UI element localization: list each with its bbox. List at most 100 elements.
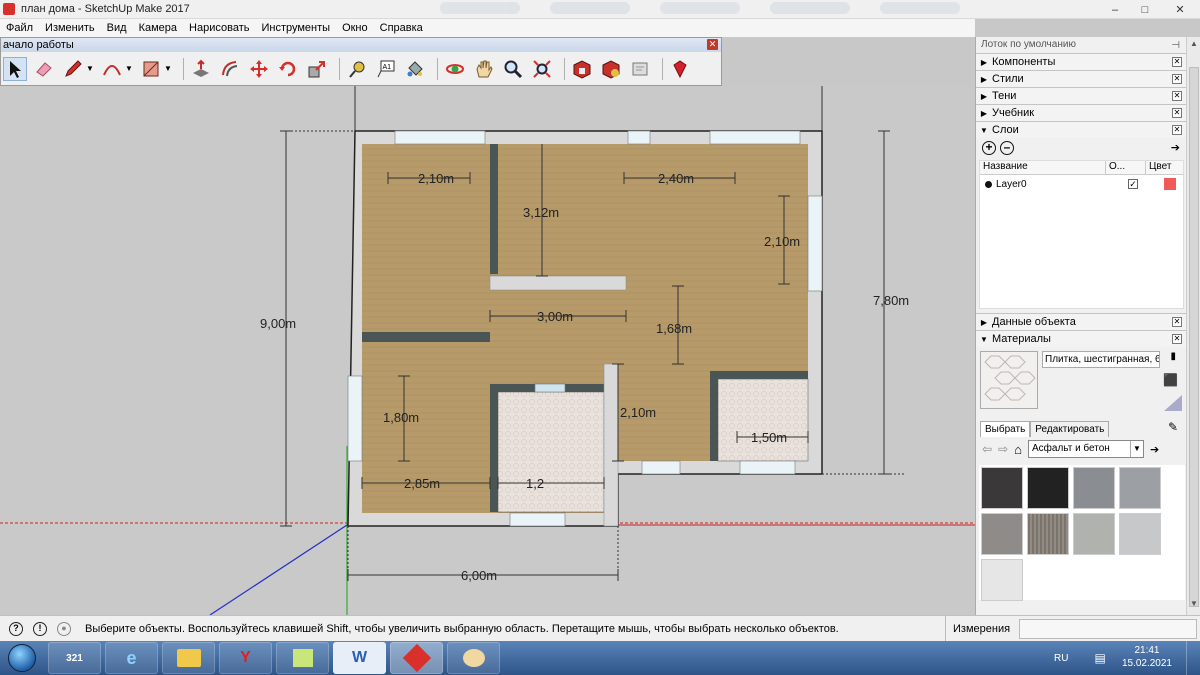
menu-help[interactable]: Справка xyxy=(374,22,429,34)
close-icon[interactable]: ✕ xyxy=(1172,74,1182,84)
close-icon[interactable]: ✕ xyxy=(1172,91,1182,101)
tape-measure-tool[interactable] xyxy=(345,57,369,81)
menu-view[interactable]: Вид xyxy=(101,22,133,34)
model-viewport[interactable]: 2,10m 2,40m 3,12m 2,10m 3,00m 1,68m 9,00… xyxy=(0,86,975,615)
close-icon[interactable]: ✕ xyxy=(1172,125,1182,135)
details-arrow-icon[interactable]: ➔ xyxy=(1150,443,1159,456)
back-arrow-icon[interactable]: ⇦ xyxy=(982,442,992,456)
tray-section-entity-info[interactable]: ▶ Данные объекта ✕ xyxy=(976,313,1186,330)
scroll-up-icon[interactable]: ▲ xyxy=(1187,39,1200,53)
material-swatch[interactable] xyxy=(981,467,1023,509)
close-icon[interactable]: ✕ xyxy=(1172,57,1182,67)
zoom-extents-tool[interactable] xyxy=(530,57,554,81)
forward-arrow-icon[interactable]: ⇨ xyxy=(998,442,1008,456)
tray-section-tutorial[interactable]: ▶ Учебник ✕ xyxy=(976,104,1186,121)
paint-button[interactable] xyxy=(447,642,500,674)
internet-explorer-button[interactable]: e xyxy=(105,642,158,674)
material-swatch[interactable] xyxy=(1073,513,1115,555)
sketchup-button[interactable] xyxy=(390,642,443,674)
geo-location-icon[interactable]: ? xyxy=(9,621,23,636)
network-icon[interactable]: ▤ xyxy=(1094,651,1105,665)
scroll-down-icon[interactable]: ▼ xyxy=(1187,599,1200,613)
menu-edit[interactable]: Изменить xyxy=(39,22,101,34)
remove-layer-button[interactable]: – xyxy=(1000,141,1014,155)
scroll-thumb[interactable] xyxy=(1189,67,1199,607)
tray-section-layers[interactable]: ▼ Слои ✕ xyxy=(976,121,1186,138)
rotate-tool[interactable] xyxy=(276,57,300,81)
material-swatch[interactable] xyxy=(1027,467,1069,509)
layer-color-swatch[interactable] xyxy=(1164,178,1176,190)
layer-visible-checkbox[interactable]: ✓ xyxy=(1128,179,1138,189)
tray-section-shadows[interactable]: ▶ Тени ✕ xyxy=(976,87,1186,104)
maximize-button[interactable]: □ xyxy=(1130,0,1160,19)
pencil-tool[interactable] xyxy=(61,57,85,81)
arc-tool[interactable] xyxy=(100,57,124,81)
file-explorer-button[interactable] xyxy=(162,642,215,674)
tray-section-styles[interactable]: ▶ Стили ✕ xyxy=(976,70,1186,87)
rectangle-tool[interactable] xyxy=(139,57,163,81)
user-icon[interactable]: ● xyxy=(57,621,71,636)
zoom-tool[interactable] xyxy=(501,57,525,81)
word-button[interactable]: W xyxy=(333,642,386,674)
material-swatch[interactable] xyxy=(981,513,1023,555)
text-tool[interactable]: A1 xyxy=(374,57,398,81)
tray-section-components[interactable]: ▶ Компоненты ✕ xyxy=(976,53,1186,70)
measurements-input[interactable] xyxy=(1019,619,1197,639)
close-icon[interactable]: ✕ xyxy=(1172,334,1182,344)
share-model-tool[interactable] xyxy=(599,57,623,81)
menu-tools[interactable]: Инструменты xyxy=(255,22,336,34)
minimize-button[interactable]: – xyxy=(1100,0,1130,19)
material-swatch[interactable] xyxy=(1027,513,1069,555)
tab-edit[interactable]: Редактировать xyxy=(1030,421,1110,437)
pin-icon[interactable]: ⊣ xyxy=(1171,38,1180,54)
calendar-app-button[interactable]: 321 xyxy=(48,642,101,674)
orbit-tool[interactable] xyxy=(443,57,467,81)
pan-tool[interactable] xyxy=(472,57,496,81)
scale-tool[interactable] xyxy=(305,57,329,81)
material-library-select[interactable]: Асфальт и бетон ▼ xyxy=(1027,440,1144,458)
layer-details-icon[interactable]: ➔ xyxy=(1171,141,1180,154)
material-swatch[interactable] xyxy=(1119,467,1161,509)
eyedropper-icon[interactable]: ✎ xyxy=(1168,420,1178,434)
toolbar-close-button[interactable]: ✕ xyxy=(707,39,718,50)
material-swatch[interactable] xyxy=(981,559,1023,601)
tray-scrollbar[interactable]: ▲ ▼ xyxy=(1186,37,1200,615)
column-header-visible[interactable]: О... xyxy=(1106,161,1146,174)
close-icon[interactable]: ✕ xyxy=(1172,317,1182,327)
yandex-browser-button[interactable]: Y xyxy=(219,642,272,674)
push-pull-tool[interactable] xyxy=(189,57,213,81)
sticky-notes-button[interactable] xyxy=(276,642,329,674)
default-material-icon[interactable]: ▮ xyxy=(1170,351,1176,362)
column-header-color[interactable]: Цвет xyxy=(1146,161,1183,174)
close-button[interactable]: ✕ xyxy=(1160,0,1200,19)
ruby-console-tool[interactable] xyxy=(668,57,692,81)
tray-section-materials[interactable]: ▼ Материалы ✕ xyxy=(976,330,1186,347)
select-tool[interactable] xyxy=(3,56,27,81)
menu-draw[interactable]: Нарисовать xyxy=(183,22,255,34)
menu-window[interactable]: Окно xyxy=(336,22,374,34)
rectangle-dropdown[interactable]: ▼ xyxy=(164,57,172,81)
home-icon[interactable]: ⌂ xyxy=(1014,442,1022,457)
arc-dropdown[interactable]: ▼ xyxy=(125,57,133,81)
tab-select[interactable]: Выбрать xyxy=(980,421,1031,437)
pencil-dropdown[interactable]: ▼ xyxy=(86,57,94,81)
move-tool[interactable] xyxy=(247,57,271,81)
add-layer-button[interactable]: + xyxy=(982,141,996,155)
paint-bucket-tool[interactable] xyxy=(403,57,427,81)
layer-row[interactable]: Layer0 ✓ xyxy=(980,175,1183,193)
active-layer-radio[interactable] xyxy=(985,180,992,188)
extension-warehouse-tool[interactable] xyxy=(628,57,652,81)
menu-file[interactable]: Файл xyxy=(0,22,39,34)
menu-camera[interactable]: Камера xyxy=(133,22,183,34)
clock[interactable]: 21:41 15.02.2021 xyxy=(1122,644,1172,670)
close-icon[interactable]: ✕ xyxy=(1172,108,1182,118)
create-material-icon[interactable]: ⬛ xyxy=(1163,373,1178,387)
offset-tool[interactable] xyxy=(218,57,242,81)
eraser-tool[interactable] xyxy=(32,57,56,81)
show-desktop-button[interactable] xyxy=(1186,641,1200,675)
material-name-field[interactable]: Плитка, шестигранная, 6 xyxy=(1042,351,1160,368)
column-header-name[interactable]: Название xyxy=(980,161,1106,174)
3d-warehouse-tool[interactable] xyxy=(570,57,594,81)
sample-paint-icon[interactable] xyxy=(1164,395,1182,411)
material-swatch[interactable] xyxy=(1073,467,1115,509)
